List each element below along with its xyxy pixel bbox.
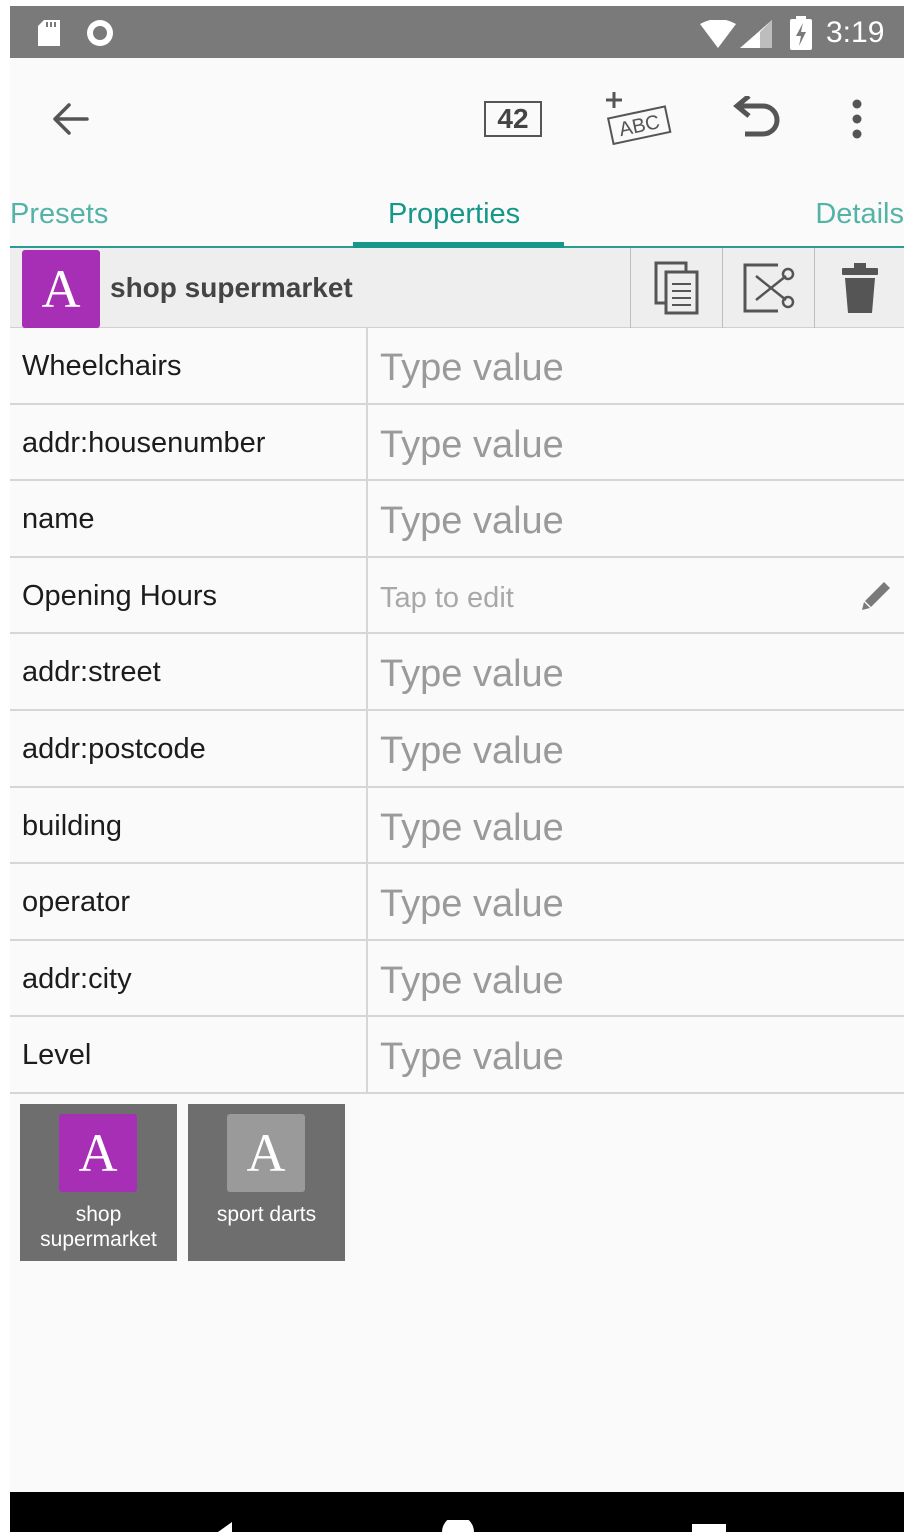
nav-back-icon[interactable] xyxy=(202,1522,232,1532)
app-screen: 3:19 42 ABC Presets Properties Details A… xyxy=(10,6,904,1532)
property-key: addr:postcode xyxy=(22,732,206,765)
tab-properties[interactable]: Properties xyxy=(388,198,520,231)
property-value-input[interactable]: Type value xyxy=(380,481,564,557)
property-row: operator Type value xyxy=(10,864,904,941)
tab-bar: Presets Properties Details xyxy=(10,186,904,248)
pencil-icon[interactable] xyxy=(860,580,892,612)
property-value-input[interactable]: Type value xyxy=(380,1017,564,1093)
column-divider xyxy=(366,481,368,558)
property-value-input[interactable]: Type value xyxy=(380,711,564,787)
copy-icon xyxy=(654,261,698,315)
preset-tile-label: shop supermarket xyxy=(40,1203,157,1251)
record-icon xyxy=(87,20,113,46)
property-row: Level Type value xyxy=(10,1017,904,1094)
property-value-input[interactable]: Type value xyxy=(380,328,564,404)
property-value-input[interactable]: Type value xyxy=(380,788,564,864)
column-divider xyxy=(366,1017,368,1094)
column-divider xyxy=(366,634,368,711)
column-divider xyxy=(366,710,368,787)
property-key: Wheelchairs xyxy=(22,350,182,382)
column-divider xyxy=(366,940,368,1017)
property-key: building xyxy=(22,809,122,842)
preset-title: shop supermarket xyxy=(110,272,353,303)
property-value-input[interactable]: Type value xyxy=(380,941,564,1017)
preset-tile-shop-supermarket[interactable]: A shop supermarket xyxy=(20,1104,177,1261)
tag-count-badge: 42 xyxy=(484,101,542,137)
delete-button[interactable] xyxy=(814,248,904,328)
status-bar: 3:19 xyxy=(10,6,904,58)
trash-icon xyxy=(841,263,878,313)
battery-charging-icon xyxy=(790,16,812,50)
nav-recents-icon[interactable] xyxy=(692,1524,726,1532)
property-key: name xyxy=(22,503,95,536)
property-value-input[interactable]: Type value xyxy=(380,634,564,710)
property-row: addr:housenumber Type value xyxy=(10,404,904,482)
property-key: Level xyxy=(22,1039,92,1072)
tab-presets[interactable]: Presets xyxy=(10,198,108,231)
property-key: Opening Hours xyxy=(22,579,218,612)
property-table: Wheelchairs Type value addr:housenumber … xyxy=(10,328,904,1094)
more-vert-icon xyxy=(852,99,862,139)
add-abc-icon: ABC xyxy=(606,92,672,146)
property-row: addr:city Type value xyxy=(10,940,904,1018)
tab-details[interactable]: Details xyxy=(815,198,904,231)
preset-tile-icon: A xyxy=(227,1114,305,1192)
overflow-menu-button[interactable] xyxy=(842,94,872,144)
copy-button[interactable] xyxy=(630,248,722,328)
property-row: Wheelchairs Type value xyxy=(10,328,904,405)
property-value-input[interactable]: Type value xyxy=(380,405,564,481)
add-tag-button[interactable]: ABC xyxy=(602,86,672,152)
property-key: addr:street xyxy=(22,656,161,689)
column-divider xyxy=(366,404,368,481)
cut-button[interactable] xyxy=(722,248,814,328)
toolbar: 42 ABC xyxy=(10,58,904,186)
property-row: building Type value xyxy=(10,787,904,865)
property-value-input[interactable]: Type value xyxy=(380,864,564,940)
arrow-back-icon xyxy=(53,103,89,135)
navigation-bar xyxy=(10,1492,904,1532)
clock-time: 3:19 xyxy=(826,16,885,49)
column-divider xyxy=(366,787,368,864)
property-row: addr:postcode Type value xyxy=(10,710,904,788)
preset-tile-label: sport darts xyxy=(216,1203,317,1226)
preset-tile-icon: A xyxy=(59,1114,137,1192)
wifi-icon xyxy=(700,20,736,48)
column-divider xyxy=(366,864,368,941)
cell-signal-icon xyxy=(740,20,772,48)
property-row: Opening Hours Tap to edit xyxy=(10,557,904,635)
property-key: addr:housenumber xyxy=(22,426,266,459)
back-button[interactable] xyxy=(46,94,96,144)
preset-tile-sport-darts[interactable]: A sport darts xyxy=(188,1104,345,1261)
property-key: addr:city xyxy=(22,962,132,995)
nav-home-icon[interactable] xyxy=(440,1520,476,1532)
property-row: addr:street Type value xyxy=(10,634,904,711)
property-key: operator xyxy=(22,886,131,919)
tag-count-button[interactable]: 42 xyxy=(480,94,546,144)
sd-card-icon xyxy=(38,20,60,46)
preset-header: A shop supermarket xyxy=(10,248,904,328)
opening-hours-editor[interactable]: Tap to edit xyxy=(380,558,514,634)
cut-icon xyxy=(743,263,794,313)
column-divider xyxy=(366,328,368,404)
undo-icon xyxy=(733,96,780,137)
preset-icon[interactable]: A xyxy=(22,250,100,328)
property-row: name Type value xyxy=(10,481,904,558)
undo-button[interactable] xyxy=(732,94,784,144)
column-divider xyxy=(366,557,368,634)
